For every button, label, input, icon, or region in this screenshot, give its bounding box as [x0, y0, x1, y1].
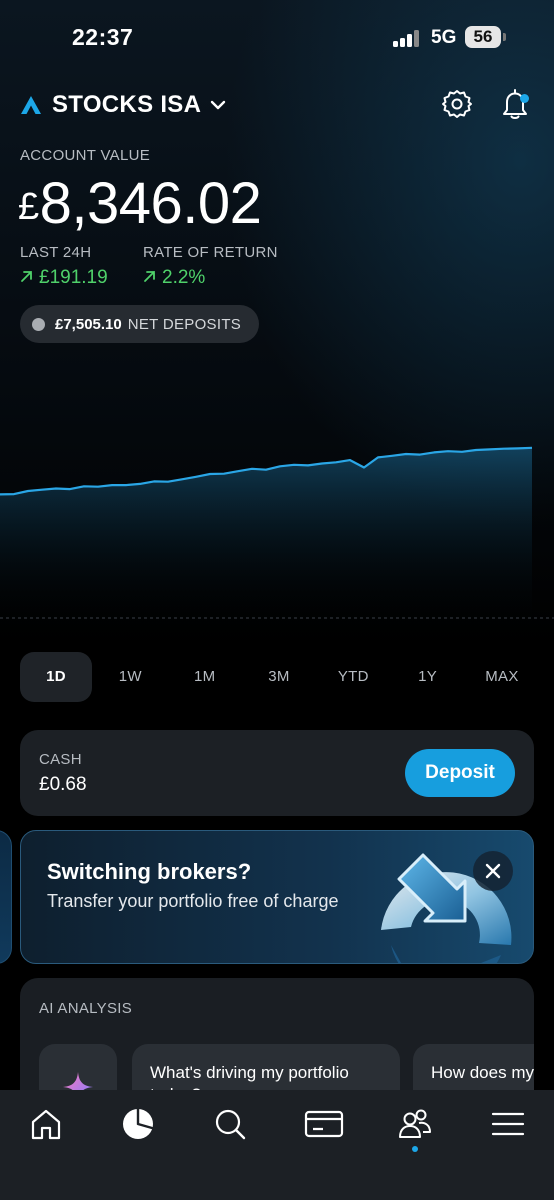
gear-icon[interactable]: [441, 88, 473, 120]
promo-title: Switching brokers?: [47, 859, 252, 884]
battery-tip: [503, 33, 506, 41]
rate-of-return-label: RATE OF RETURN: [143, 244, 278, 261]
cash-value: £0.68: [39, 774, 87, 795]
brand-logo-icon: [21, 96, 41, 114]
account-value: £8,346.02: [18, 170, 262, 241]
menu-icon[interactable]: [490, 1106, 526, 1142]
battery-icon: 56: [465, 26, 501, 48]
search-icon[interactable]: [212, 1106, 248, 1142]
arrow-up-right-icon: [144, 271, 155, 282]
notification-badge: [520, 94, 529, 103]
status-time: 22:37: [72, 24, 134, 50]
last-24h-amount: £191.19: [39, 267, 108, 288]
last-24h-value: £191.19: [20, 267, 108, 289]
screen: 22:37 5G 56 STOCKS ISA ACCOUNT VALUE £8,…: [0, 0, 554, 1200]
account-value-amount: 8,346.02: [39, 171, 262, 236]
active-nav-indicator: [412, 1146, 418, 1152]
last-24h-label: LAST 24H: [20, 244, 92, 261]
deposits-dot-icon: [32, 317, 45, 331]
chevron-down-icon: [211, 100, 226, 110]
cash-label: CASH: [39, 751, 82, 768]
time-range-tabs: 1D 1W 1M 3M YTD 1Y MAX: [20, 652, 538, 702]
currency-symbol: £: [18, 186, 39, 228]
portfolio-chart[interactable]: [0, 360, 554, 630]
transfer-illustration-icon: [381, 853, 512, 963]
range-tab-1w[interactable]: 1W: [94, 652, 166, 702]
range-tab-1m[interactable]: 1M: [169, 652, 241, 702]
rate-of-return-amount: 2.2%: [162, 267, 206, 288]
ai-analysis-label: AI ANALYSIS: [39, 1000, 133, 1017]
promo-subtitle: Transfer your portfolio free of charge: [47, 891, 339, 911]
rate-of-return-value: 2.2%: [143, 267, 205, 289]
account-title: STOCKS ISA: [52, 91, 202, 118]
chart-area-fill: [0, 447, 532, 630]
switch-brokers-card[interactable]: Switching brokers? Transfer your portfol…: [20, 830, 534, 964]
community-icon[interactable]: [397, 1106, 433, 1142]
net-deposits-label: NET DEPOSITS: [127, 315, 242, 333]
range-tab-1d[interactable]: 1D: [20, 652, 92, 702]
range-tab-3m[interactable]: 3M: [243, 652, 315, 702]
previous-card-peek[interactable]: [0, 830, 12, 964]
range-tab-max[interactable]: MAX: [466, 652, 538, 702]
status-bar: 22:37 5G 56: [0, 0, 554, 76]
range-tab-ytd[interactable]: YTD: [317, 652, 389, 702]
home-icon[interactable]: [28, 1106, 64, 1142]
signal-icon: [393, 29, 425, 47]
range-tab-1y[interactable]: 1Y: [392, 652, 464, 702]
net-deposits-pill[interactable]: £7,505.10 NET DEPOSITS: [20, 305, 259, 343]
portfolio-pie-icon[interactable]: [120, 1106, 156, 1142]
account-value-label: ACCOUNT VALUE: [20, 147, 151, 164]
bottom-navigation: [0, 1090, 554, 1200]
card-icon[interactable]: [304, 1106, 344, 1142]
network-type: 5G: [431, 27, 457, 48]
close-icon: [485, 863, 501, 879]
deposit-button[interactable]: Deposit: [405, 749, 515, 797]
arrow-up-right-icon: [21, 271, 32, 282]
cash-card: CASH £0.68 Deposit: [20, 730, 534, 816]
bell-icon[interactable]: [499, 87, 531, 121]
net-deposits-amount: £7,505.10: [55, 315, 122, 333]
close-promo-button[interactable]: [473, 851, 513, 891]
account-switcher[interactable]: STOCKS ISA: [20, 88, 227, 122]
